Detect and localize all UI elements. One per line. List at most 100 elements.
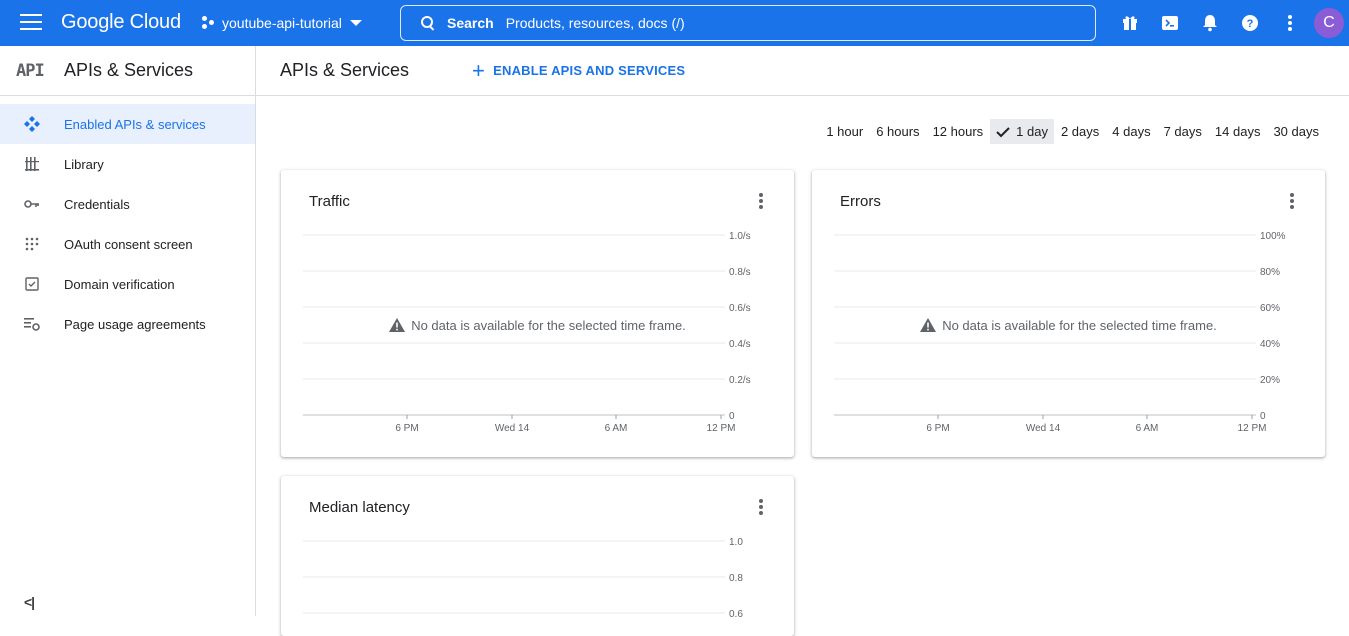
sidebar-item-credentials[interactable]: Credentials bbox=[0, 184, 255, 224]
traffic-chart-card: Traffic 1.0/s 0.8/s 0.6/s 0.4/s 0.2/s 0 6 PM We… bbox=[281, 170, 794, 457]
sidebar-header: API APIs & Services bbox=[0, 46, 255, 96]
sidebar-item-label: Page usage agreements bbox=[64, 316, 206, 332]
page-header: APIs & Services + ENABLE APIS AND SERVIC… bbox=[256, 46, 1349, 96]
y-tick-label: 0.8/s bbox=[729, 267, 751, 278]
y-tick-label: 80% bbox=[1260, 267, 1280, 278]
enabled-apis-icon bbox=[0, 116, 64, 132]
y-tick-label: 0.8 bbox=[729, 573, 743, 584]
main-content: APIs & Services + ENABLE APIS AND SERVIC… bbox=[256, 46, 1349, 636]
sidebar-item-label: OAuth consent screen bbox=[64, 236, 193, 252]
time-range-label: 12 hours bbox=[932, 124, 984, 139]
y-tick-label: 0.6 bbox=[729, 609, 743, 620]
time-range-option[interactable]: 1 hour bbox=[820, 119, 869, 144]
project-selector[interactable]: youtube-api-tutorial bbox=[200, 12, 362, 34]
warning-icon bbox=[389, 318, 406, 332]
project-name: youtube-api-tutorial bbox=[222, 15, 342, 31]
api-logo: API bbox=[16, 60, 45, 81]
no-data-message: No data is available for the selected ti… bbox=[812, 318, 1325, 333]
y-tick-label: 100% bbox=[1260, 231, 1286, 242]
time-range-label: 1 day bbox=[1016, 124, 1048, 139]
help-icon[interactable]: ? bbox=[1230, 3, 1270, 43]
sidebar-item-label: Domain verification bbox=[64, 276, 175, 292]
errors-chart: 100% 80% 60% 40% 20% 0 6 PM Wed 14 6 AM 12 PM bbox=[834, 231, 1286, 434]
google-cloud-logo[interactable]: Google Cloud bbox=[61, 11, 181, 34]
x-tick-label: 6 AM bbox=[605, 423, 628, 434]
x-tick-label: 6 PM bbox=[395, 423, 418, 434]
sidebar-item-label: Enabled APIs & services bbox=[64, 116, 206, 132]
x-tick-label: 12 PM bbox=[1238, 423, 1267, 434]
top-app-bar: Google Cloud youtube-api-tutorial Search… bbox=[0, 0, 1349, 46]
top-actions: ? C bbox=[1110, 0, 1349, 46]
main-menu-icon[interactable] bbox=[20, 14, 42, 32]
y-tick-label: 0.6/s bbox=[729, 303, 751, 314]
x-tick-label: Wed 14 bbox=[1026, 423, 1061, 434]
x-tick-label: 12 PM bbox=[707, 423, 736, 434]
no-data-text: No data is available for the selected ti… bbox=[942, 318, 1217, 333]
time-range-label: 4 days bbox=[1112, 124, 1151, 139]
time-range-option[interactable]: 1 day bbox=[990, 119, 1054, 144]
sidebar-item-enabled-apis[interactable]: Enabled APIs & services bbox=[0, 104, 255, 144]
plus-icon: + bbox=[472, 57, 486, 83]
sidebar-item-domain-verification[interactable]: Domain verification bbox=[0, 264, 255, 304]
time-range-label: 30 days bbox=[1273, 124, 1319, 139]
search-icon bbox=[421, 16, 435, 30]
project-icon bbox=[200, 15, 216, 31]
no-data-message: No data is available for the selected ti… bbox=[281, 318, 794, 333]
time-range-label: 7 days bbox=[1163, 124, 1202, 139]
avatar[interactable]: C bbox=[1314, 8, 1344, 38]
page-title: APIs & Services bbox=[280, 60, 410, 80]
search-bar[interactable]: Search Products, resources, docs (/) bbox=[400, 5, 1096, 41]
time-range-label: 2 days bbox=[1060, 124, 1100, 139]
more-vert-icon[interactable] bbox=[1270, 3, 1310, 43]
sidebar-nav: Enabled APIs & services Library Credenti… bbox=[0, 104, 255, 344]
sidebar-title: APIs & Services bbox=[64, 60, 194, 80]
sidebar-item-page-usage-agreements[interactable]: Page usage agreements bbox=[0, 304, 255, 344]
traffic-chart: 1.0/s 0.8/s 0.6/s 0.4/s 0.2/s 0 6 PM Wed 14 6 AM… bbox=[303, 231, 751, 434]
time-range-option[interactable]: 12 hours bbox=[927, 119, 990, 144]
sidebar-item-oauth-consent[interactable]: OAuth consent screen bbox=[0, 224, 255, 264]
oauth-icon bbox=[0, 236, 64, 252]
gift-icon[interactable] bbox=[1110, 3, 1150, 43]
no-data-text: No data is available for the selected ti… bbox=[411, 318, 686, 333]
time-range-option[interactable]: 30 days bbox=[1267, 119, 1325, 144]
sidebar-item-label: Library bbox=[64, 156, 104, 172]
time-range-option[interactable]: 7 days bbox=[1158, 119, 1208, 144]
median-latency-chart: 1.0 0.8 0.6 bbox=[303, 537, 743, 620]
enable-apis-label: ENABLE APIS AND SERVICES bbox=[493, 63, 686, 78]
search-placeholder: Products, resources, docs (/) bbox=[505, 15, 685, 31]
y-tick-label: 20% bbox=[1260, 375, 1280, 386]
chevron-down-icon bbox=[349, 20, 362, 26]
sidebar-item-label: Credentials bbox=[64, 196, 130, 212]
time-range-option[interactable]: 14 days bbox=[1209, 119, 1267, 144]
x-tick-label: Wed 14 bbox=[495, 423, 530, 434]
time-range-option[interactable]: 4 days bbox=[1106, 119, 1156, 144]
time-range-option[interactable]: 6 hours bbox=[870, 119, 925, 144]
svg-text:?: ? bbox=[1247, 18, 1254, 30]
warning-icon bbox=[920, 318, 937, 332]
x-tick-label: 6 PM bbox=[926, 423, 949, 434]
sidebar: API APIs & Services Enabled APIs & servi… bbox=[0, 46, 256, 616]
enable-apis-button[interactable]: + ENABLE APIS AND SERVICES bbox=[472, 57, 686, 83]
y-tick-label: 0.4/s bbox=[729, 339, 751, 350]
library-icon bbox=[0, 156, 64, 172]
x-tick-label: 6 AM bbox=[1136, 423, 1159, 434]
time-range-option[interactable]: 2 days bbox=[1055, 119, 1105, 144]
y-tick-label: 60% bbox=[1260, 303, 1280, 314]
time-range-selector: 1 hour 6 hours 12 hours 1 day 2 days 4 days 7 … bbox=[819, 119, 1325, 144]
search-label: Search bbox=[447, 15, 494, 31]
collapse-sidebar-icon[interactable]: <| bbox=[24, 594, 35, 610]
y-tick-label: 40% bbox=[1260, 339, 1280, 350]
settings-list-icon bbox=[0, 316, 64, 332]
y-tick-label: 0 bbox=[1260, 411, 1266, 422]
time-range-label: 14 days bbox=[1214, 124, 1261, 139]
cloud-shell-icon[interactable] bbox=[1150, 3, 1190, 43]
y-tick-label: 1.0 bbox=[729, 537, 743, 548]
y-tick-label: 0.2/s bbox=[729, 375, 751, 386]
sidebar-item-library[interactable]: Library bbox=[0, 144, 255, 184]
key-icon bbox=[0, 196, 64, 212]
checkbox-icon bbox=[0, 276, 64, 292]
median-latency-chart-card: Median latency 1.0 0.8 0.6 bbox=[281, 476, 794, 636]
y-tick-label: 1.0/s bbox=[729, 231, 751, 242]
time-range-label: 6 hours bbox=[876, 124, 920, 139]
notifications-icon[interactable] bbox=[1190, 3, 1230, 43]
